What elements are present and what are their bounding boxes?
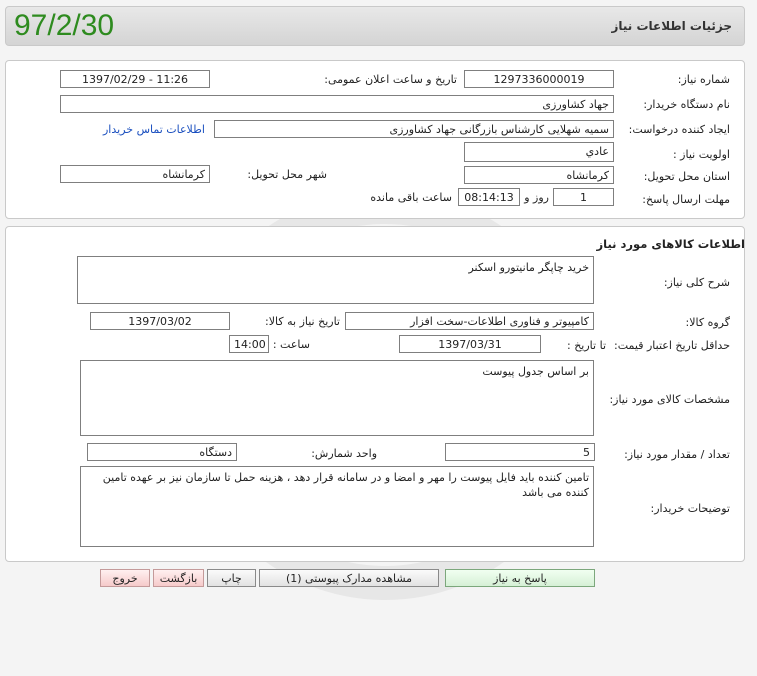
need-number-field: 1297336000019 (464, 70, 614, 88)
time-field: 14:00 (229, 335, 269, 353)
priority-field: عادي (464, 142, 614, 162)
buyer-notes-label: توضیحات خریدار: (650, 502, 731, 515)
day-word: روز و (524, 191, 549, 204)
print-button[interactable]: چاپ (207, 569, 256, 587)
group-field: کامپیوتر و فناوری اطلاعات-سخت افزار (345, 312, 594, 330)
summary-label: شرح کلی نیاز: (663, 276, 730, 289)
qty-label: تعداد / مقدار مورد نیاز: (624, 448, 730, 461)
province-label: استان محل تحویل: (643, 170, 730, 183)
reply-button[interactable]: پاسخ به نیاز (445, 569, 595, 587)
header-bar: 97/2/30 جزئیات اطلاعات نیاز (5, 6, 745, 46)
buyer-notes-field: تامین کننده باید فایل پیوست را مهر و امض… (80, 466, 594, 547)
specs-label: مشخصات کالای مورد نیاز: (609, 393, 730, 406)
creator-label: ایجاد کننده درخواست: (628, 123, 730, 136)
header-date: 97/2/30 (14, 9, 115, 42)
page-title: جزئیات اطلاعات نیاز (611, 19, 732, 33)
city-field: کرمانشاه (60, 165, 210, 183)
need-date-field: 1397/03/02 (90, 312, 230, 330)
province-field: کرمانشاه (464, 166, 614, 184)
buyer-org-field: جهاد کشاورزی (60, 95, 614, 113)
deadline-days-field: 1 (553, 188, 614, 206)
to-date-field: 1397/03/31 (399, 335, 541, 353)
view-attachments-button[interactable]: مشاهده مدارک پیوستی (1) (259, 569, 439, 587)
summary-field: خرید چاپگر مانیتورو اسکنر (77, 256, 594, 304)
priority-label: اولویت نیاز : (672, 148, 730, 161)
goods-section-title: اطلاعات کالاهای مورد نیاز (596, 237, 745, 251)
deadline-label: مهلت ارسال پاسخ: (642, 193, 730, 206)
unit-field: دستگاه (87, 443, 237, 461)
announce-field: 1397/02/29 - 11:26 (60, 70, 210, 88)
buyer-contact-link[interactable]: اطلاعات تماس خریدار (103, 123, 205, 136)
group-label: گروه کالا: (685, 316, 730, 329)
announce-label: تاریخ و ساعت اعلان عمومی: (324, 73, 457, 86)
exit-button[interactable]: خروج (100, 569, 150, 587)
need-date-label: تاریخ نیاز به کالا: (265, 315, 340, 328)
deadline-time-field: 08:14:13 (458, 188, 520, 206)
specs-field: بر اساس جدول پیوست (80, 360, 594, 436)
validity-label: حداقل تاریخ اعتبار قیمت: (614, 339, 730, 352)
qty-field: 5 (445, 443, 595, 461)
time-label: ساعت : (272, 338, 310, 351)
city-label: شهر محل تحویل: (247, 168, 327, 181)
back-button[interactable]: بازگشت (153, 569, 204, 587)
unit-label: واحد شمارش: (311, 447, 377, 460)
creator-field: سمیه شهلایی کارشناس بازرگانی جهاد کشاورز… (214, 120, 614, 138)
remaining-label: ساعت باقی مانده (370, 191, 452, 204)
need-number-label: شماره نیاز: (677, 73, 730, 86)
buyer-org-label: نام دستگاه خریدار: (643, 98, 730, 111)
to-date-label: تا تاریخ : (567, 339, 606, 352)
